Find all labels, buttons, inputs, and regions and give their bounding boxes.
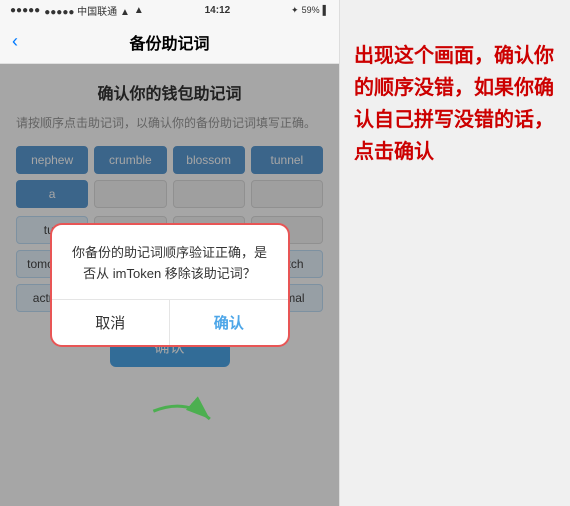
battery-icon: ▌: [323, 5, 329, 15]
status-time: 14:12: [205, 5, 231, 16]
dialog-overlay: 你备份的助记词顺序验证正确，是否从 imToken 移除该助记词？ 取消 确认: [0, 64, 339, 506]
dialog-actions: 取消 确认: [52, 299, 288, 345]
status-right: ✦ 59% ▌: [291, 5, 329, 16]
bluetooth-icon: ✦: [291, 5, 299, 16]
wifi-icon: ▲: [134, 5, 144, 16]
carrier-name: ●●●●● 中国联通 ▲: [44, 3, 130, 18]
arrow-indicator: [155, 391, 215, 446]
status-bar: ●●●●● ●●●●● 中国联通 ▲ ▲ 14:12 ✦ 59% ▌: [0, 0, 339, 20]
annotation-text: 出现这个画面，确认你的顺序没错，如果你确认自己拼写没错的话，点击确认: [354, 40, 556, 168]
confirmation-dialog: 你备份的助记词顺序验证正确，是否从 imToken 移除该助记词？ 取消 确认: [50, 223, 290, 347]
annotation-panel: 出现这个画面，确认你的顺序没错，如果你确认自己拼写没错的话，点击确认: [340, 0, 570, 506]
main-content: 确认你的钱包助记词 请按顺序点击助记词，以确认你的备份助记词填写正确。 neph…: [0, 64, 339, 506]
nav-bar: ‹ 备份助记词: [0, 20, 339, 64]
status-left: ●●●●● ●●●●● 中国联通 ▲ ▲: [10, 3, 144, 18]
dialog-message: 你备份的助记词顺序验证正确，是否从 imToken 移除该助记词？: [68, 243, 272, 285]
signal-icon: ●●●●●: [10, 5, 40, 16]
back-button[interactable]: ‹: [12, 31, 18, 52]
dialog-body: 你备份的助记词顺序验证正确，是否从 imToken 移除该助记词？: [52, 225, 288, 299]
dialog-ok-button[interactable]: 确认: [170, 300, 288, 345]
nav-title: 备份助记词: [129, 30, 209, 54]
dialog-cancel-button[interactable]: 取消: [52, 300, 171, 345]
battery-level: 59%: [302, 5, 320, 15]
phone-screen: ●●●●● ●●●●● 中国联通 ▲ ▲ 14:12 ✦ 59% ▌ ‹ 备份助…: [0, 0, 340, 506]
